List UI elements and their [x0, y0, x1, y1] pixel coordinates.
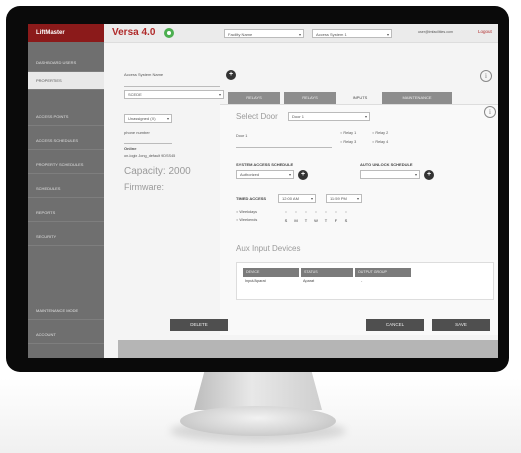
info-icon[interactable]: i	[484, 106, 496, 118]
logout-link[interactable]: Logout	[478, 29, 492, 34]
day-letter: S	[284, 218, 288, 223]
column-header-output-group: Output Group	[355, 268, 411, 277]
capacity-text: Capacity: 2000	[124, 166, 191, 177]
day-checkbox[interactable]: ○	[282, 210, 290, 214]
chevron-down-icon: ▾	[298, 32, 301, 37]
access-system-name-input[interactable]	[124, 79, 220, 87]
door-name: Door 1	[236, 134, 248, 138]
relay-3-radio[interactable]: Relay 3	[340, 140, 356, 144]
sidebar-item-properties[interactable]: Properties	[28, 72, 104, 90]
day-checkbox[interactable]: ○	[302, 210, 310, 214]
relay-4-radio[interactable]: Relay 4	[372, 140, 388, 144]
chevron-down-icon: ▾	[356, 196, 359, 201]
brand-logo: LiftMaster	[28, 24, 104, 42]
system-select[interactable]: SCEDE ▾	[124, 90, 224, 99]
chevron-down-icon: ▾	[386, 32, 389, 37]
column-header-device: Device	[243, 268, 299, 277]
add-button[interactable]: +	[226, 70, 236, 80]
day-checkbox[interactable]: ○	[322, 210, 330, 214]
select-door-label: Select Door	[236, 112, 278, 121]
column-header-status: Status	[301, 268, 353, 277]
chevron-down-icon: ▾	[364, 114, 367, 119]
tab-maintenance[interactable]: Maintenance	[382, 92, 452, 104]
firmware-text: Firmware:	[124, 182, 164, 192]
aux-input-devices-title: Aux Input Devices	[236, 244, 301, 253]
sidebar-item-access-schedules[interactable]: Access Schedules	[28, 132, 104, 150]
day-letter: F	[334, 218, 338, 223]
time-to-select[interactable]: 11:59 PM ▾	[326, 194, 362, 203]
day-checkbox[interactable]: ○	[292, 210, 300, 214]
phone-input[interactable]	[124, 136, 172, 144]
weekdays-label[interactable]: ○ Weekdays	[236, 210, 257, 214]
sidebar-item-dashboard-users[interactable]: Dashboard Users	[28, 54, 104, 72]
day-checkbox[interactable]: ○	[342, 210, 350, 214]
online-status-icon	[164, 28, 174, 38]
door-select[interactable]: Door 1 ▾	[288, 112, 370, 121]
weekends-label[interactable]: ○ Weekends	[236, 218, 257, 222]
relay-2-radio[interactable]: Relay 2	[372, 131, 388, 135]
sidebar-item-security[interactable]: Security	[28, 228, 104, 246]
chevron-down-icon: ▾	[218, 92, 221, 97]
table-cell-group: -	[361, 279, 363, 283]
sidebar-item-property-schedules[interactable]: Property Schedules	[28, 156, 104, 174]
monitor-stand-base	[180, 406, 336, 436]
app-title: Versa 4.0	[112, 27, 156, 38]
sidebar: Dashboard Users Properties Access Points…	[28, 42, 104, 358]
footer-bar	[118, 340, 498, 358]
auto-unlock-schedule-heading: Auto Unlock Schedule	[360, 162, 413, 167]
inputs-panel	[220, 104, 498, 335]
app-screen: LiftMaster Versa 4.0 Facility Name ▾ Acc…	[28, 24, 498, 358]
day-letter: S	[344, 218, 348, 223]
delete-button[interactable]: Delete	[170, 319, 228, 331]
relay-1-radio[interactable]: Relay 1	[340, 131, 356, 135]
sidebar-item-reports[interactable]: Reports	[28, 204, 104, 222]
add-auto-unlock-button[interactable]: +	[424, 170, 434, 180]
system-access-schedule-heading: System Access Schedule	[236, 162, 294, 167]
tab-inputs[interactable]: Inputs	[340, 92, 380, 104]
chevron-down-icon: ▾	[414, 172, 417, 177]
day-letter: M	[294, 218, 298, 223]
monitor-stand-neck	[194, 372, 322, 410]
status-detail: on-logix Jong_default 9DSS45	[124, 154, 176, 158]
sidebar-item-schedules[interactable]: Schedules	[28, 180, 104, 198]
access-system-select[interactable]: Access System 1 ▾	[312, 29, 392, 38]
table-cell-device: Input/Aparat	[245, 279, 266, 283]
cancel-button[interactable]: Cancel	[366, 319, 424, 331]
time-from-select[interactable]: 12:00 AM ▾	[278, 194, 316, 203]
sidebar-item-access-points[interactable]: Access Points	[28, 108, 104, 126]
save-button[interactable]: Save	[432, 319, 490, 331]
info-icon[interactable]: i	[480, 70, 492, 82]
tab-relays-1[interactable]: Relays	[228, 92, 280, 104]
day-checkbox[interactable]: ○	[312, 210, 320, 214]
sidebar-item-account[interactable]: Account	[28, 326, 104, 344]
top-bar: LiftMaster Versa 4.0 Facility Name ▾ Acc…	[28, 24, 498, 43]
monitor-bezel: LiftMaster Versa 4.0 Facility Name ▾ Acc…	[6, 6, 509, 372]
chevron-down-icon: ▾	[166, 116, 169, 121]
chevron-down-icon: ▾	[288, 172, 291, 177]
tab-relays-2[interactable]: Relays	[284, 92, 336, 104]
auto-unlock-schedule-select[interactable]: ▾	[360, 170, 420, 179]
add-schedule-button[interactable]: +	[298, 170, 308, 180]
user-email: user@lmfacilities.com	[418, 30, 454, 34]
phone-label: phone number	[124, 130, 150, 135]
door-name-input[interactable]	[236, 140, 332, 148]
sidebar-item-maintenance-mode[interactable]: Maintenance Mode	[28, 302, 104, 320]
facility-select[interactable]: Facility Name ▾	[224, 29, 304, 38]
day-checkbox[interactable]: ○	[332, 210, 340, 214]
system-access-schedule-select[interactable]: Authorized ▾	[236, 170, 294, 179]
aux-devices-table: Device Status Output Group Input/Aparat …	[236, 262, 494, 300]
location-select[interactable]: Unassigned (X) ▾	[124, 114, 172, 123]
access-system-name-label: Access System Name	[124, 72, 164, 77]
day-letter: T	[304, 218, 308, 223]
chevron-down-icon: ▾	[310, 196, 313, 201]
timed-access-label: Timed Access	[236, 196, 267, 201]
day-letter: W	[314, 218, 318, 223]
status-label: Online	[124, 146, 137, 151]
day-letter: T	[324, 218, 328, 223]
table-cell-status: Aparat	[303, 279, 315, 283]
